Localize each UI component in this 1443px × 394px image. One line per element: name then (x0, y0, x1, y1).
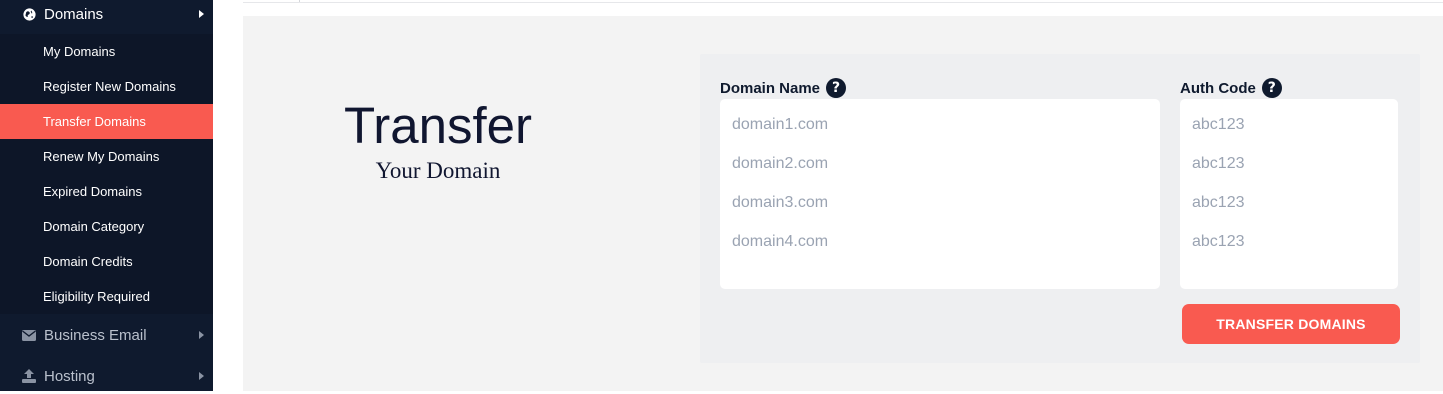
submenu-item-transfer-domains[interactable]: Transfer Domains (0, 104, 213, 139)
domains-submenu: My Domains Register New Domains Transfer… (0, 34, 213, 314)
submenu-item-eligibility-required[interactable]: Eligibility Required (0, 279, 213, 314)
nav-business-email[interactable]: Business Email (0, 317, 213, 353)
domain-names-textarea[interactable]: domain1.com domain2.com domain3.com doma… (720, 99, 1160, 289)
submenu-item-my-domains[interactable]: My Domains (0, 34, 213, 69)
hero-subtitle: Your Domain (375, 158, 501, 183)
nav-hosting-label: Hosting (44, 367, 95, 385)
submenu-item-domain-category[interactable]: Domain Category (0, 209, 213, 244)
auth-code-label: Auth Code ? (1180, 78, 1282, 98)
top-bar-divider (243, 0, 1443, 3)
submenu-item-register-new-domains[interactable]: Register New Domains (0, 69, 213, 104)
domain-placeholder-line: domain2.com (732, 155, 829, 172)
transfer-panel: Transfer Your Domain Domain Name ? Auth … (243, 16, 1443, 391)
auth-code-label-text: Auth Code (1180, 79, 1256, 97)
nav-business-email-label: Business Email (44, 326, 147, 344)
domain-name-label-text: Domain Name (720, 79, 821, 97)
submenu-item-renew-my-domains[interactable]: Renew My Domains (0, 139, 213, 174)
nav-domains[interactable]: Domains (0, 0, 213, 32)
transfer-domains-button[interactable]: TRANSFER DOMAINS (1182, 304, 1400, 344)
upload-icon (22, 369, 36, 383)
question-circle-icon[interactable]: ? (826, 78, 847, 98)
auth-placeholder-line: abc123 (1192, 194, 1245, 211)
submenu-item-domain-credits[interactable]: Domain Credits (0, 244, 213, 279)
domain-name-label: Domain Name ? (720, 78, 847, 98)
caret-right-icon (199, 10, 204, 18)
question-circle-icon[interactable]: ? (1261, 78, 1282, 98)
submenu-item-expired-domains[interactable]: Expired Domains (0, 174, 213, 209)
envelope-icon (22, 328, 36, 342)
globe-icon (22, 7, 36, 21)
auth-placeholder-line: abc123 (1192, 233, 1245, 250)
caret-right-icon (199, 331, 204, 339)
nav-domains-label: Domains (44, 5, 104, 23)
sidebar: Domains My Domains Register New Domains … (0, 0, 213, 391)
domain-placeholder-line: domain3.com (732, 194, 829, 211)
hero-title: Transfer (344, 97, 532, 154)
nav-hosting[interactable]: Hosting (0, 358, 213, 394)
domain-placeholder-line: domain1.com (732, 116, 829, 133)
auth-codes-textarea[interactable]: abc123 abc123 abc123 abc123 (1180, 99, 1398, 289)
divider-mark (299, 0, 300, 2)
transfer-form: Domain Name ? Auth Code ? domain1.com do… (700, 54, 1420, 363)
auth-placeholder-line: abc123 (1192, 155, 1245, 172)
domain-placeholder-line: domain4.com (732, 233, 829, 250)
auth-placeholder-line: abc123 (1192, 116, 1245, 133)
caret-right-icon (199, 372, 204, 380)
